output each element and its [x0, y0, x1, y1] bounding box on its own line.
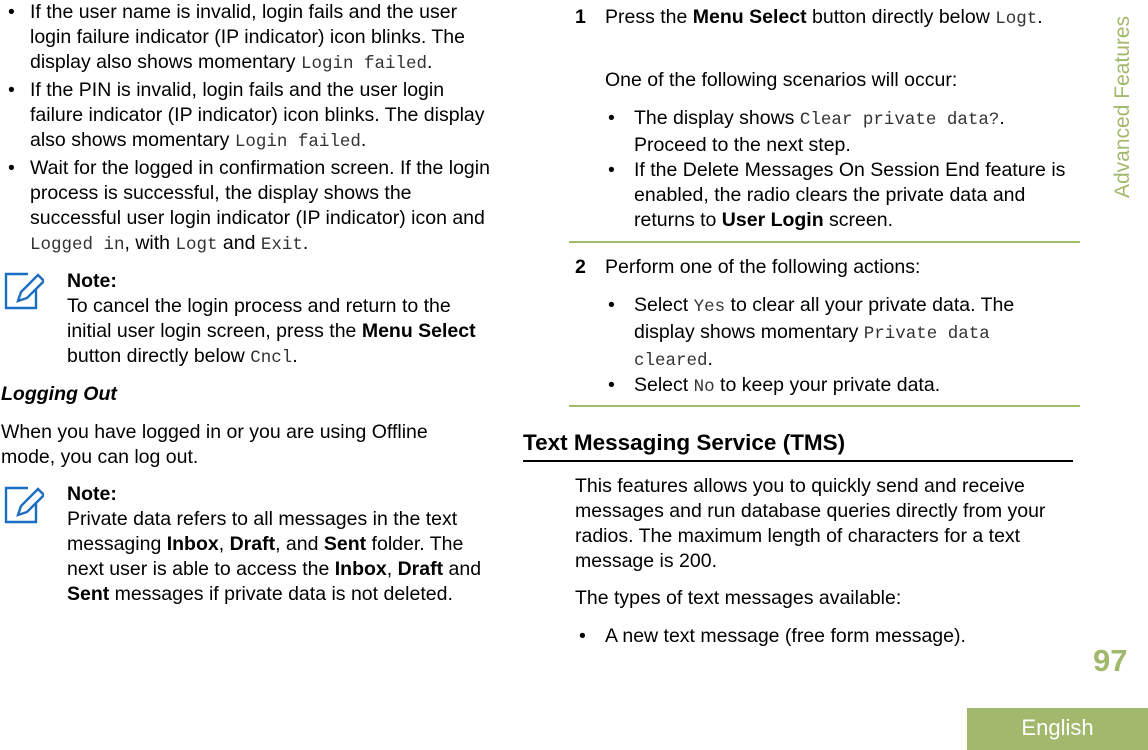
bold-term: Menu Select	[361, 320, 476, 342]
step-number: 2	[575, 256, 586, 278]
bold-term: Sent	[67, 583, 110, 605]
paragraph: The types of text messages available:	[575, 587, 902, 609]
list-item-text: If the user name is invalid, login fails…	[30, 0, 498, 77]
text-run: .	[360, 129, 367, 151]
list-item: • Select No to keep your private data.	[608, 373, 1068, 400]
text-run: button directly below	[67, 345, 251, 367]
list-item: • Select Yes to clear all your private da…	[608, 293, 1038, 374]
pencil-note-icon	[4, 486, 44, 524]
list-item: • If the PIN is invalid, login fails and …	[8, 78, 498, 155]
text-run: , with	[124, 232, 176, 254]
display-text: Logt	[175, 235, 218, 255]
list-item-text: The display shows Clear private data?. P…	[634, 106, 1068, 158]
list-item: • Wait for the logged in confirmation scr…	[8, 156, 498, 258]
text-run: Select	[634, 294, 694, 316]
bold-term: Draft	[229, 533, 276, 555]
display-text: Login failed	[300, 54, 427, 74]
list-item: • If the Delete Messages On Session End f…	[608, 158, 1068, 233]
display-text: Exit	[260, 235, 303, 255]
text-run: and	[217, 232, 261, 254]
note-title: Note:	[67, 483, 117, 505]
bullet: •	[608, 159, 615, 181]
side-title-text: Advanced Features	[1111, 15, 1134, 198]
pencil-note-icon	[4, 272, 44, 310]
list-item-text: Wait for the logged in confirmation scre…	[30, 156, 498, 258]
bullet: •	[608, 294, 615, 316]
text-run: .	[426, 51, 433, 73]
note-callout: Note: Private data refers to all message…	[67, 482, 497, 607]
text-run: Select	[634, 374, 694, 396]
bullet: •	[8, 157, 15, 179]
step-text: Press the Menu Select button directly be…	[605, 5, 1045, 32]
text-run: to keep your private data.	[714, 374, 941, 396]
text-run: .	[302, 232, 309, 254]
display-text: No	[693, 377, 715, 397]
divider	[569, 405, 1080, 407]
text-run: screen.	[823, 209, 894, 231]
text-run: ,	[386, 558, 398, 580]
list-item: • The display shows Clear private data?. …	[608, 106, 1068, 158]
bold-term: Sent	[323, 533, 367, 555]
bold-term: Inbox	[334, 558, 387, 580]
bullet: •	[8, 79, 15, 101]
bullet: •	[608, 107, 615, 129]
display-text: Yes	[693, 297, 726, 317]
text-run: The display shows	[634, 107, 800, 129]
side-title: Advanced Features	[1108, 0, 1138, 200]
list-item: • If the user name is invalid, login fail…	[8, 0, 498, 77]
step-text: Perform one of the following actions:	[605, 255, 1045, 280]
text-run: ,	[218, 533, 230, 555]
page-number: 97	[1093, 643, 1128, 678]
bold-term: Inbox	[166, 533, 219, 555]
language-tab: English	[967, 708, 1148, 750]
text-run: and	[443, 558, 482, 580]
text-run: Wait for the logged in confirmation scre…	[30, 157, 490, 229]
display-text: Logt	[995, 9, 1038, 29]
bullet: •	[608, 374, 615, 396]
text-run: .	[292, 345, 298, 367]
paragraph: This features allows you to quickly send…	[575, 475, 1046, 572]
text-run: , and	[275, 533, 324, 555]
step-number: 1	[575, 6, 586, 28]
note-text: Private data refers to all messages in t…	[67, 507, 497, 607]
text-run: button directly below	[806, 6, 996, 28]
text-run: messages if private data is not deleted.	[109, 583, 453, 605]
list-item-text: A new text message (free form message).	[605, 624, 1039, 649]
display-text: Logged in	[30, 235, 125, 255]
section-heading: Logging Out	[1, 383, 117, 405]
text-run: .	[707, 348, 713, 370]
note-title: Note:	[67, 270, 117, 292]
section-heading: Text Messaging Service (TMS)	[523, 430, 846, 455]
list-item-text: Select Yes to clear all your private dat…	[634, 293, 1038, 374]
note-callout: Note: To cancel the login process and re…	[67, 269, 497, 371]
note-text: To cancel the login process and return t…	[67, 294, 497, 371]
bullet: •	[579, 625, 586, 647]
list-item-text: If the PIN is invalid, login fails and t…	[30, 78, 498, 155]
divider	[569, 241, 1080, 243]
display-text: Clear private data?	[799, 110, 1000, 130]
bullet: •	[8, 1, 15, 23]
heading-underline	[523, 460, 1073, 462]
text-run: Press the	[605, 6, 693, 28]
text-run: A new text message (free form message).	[605, 625, 966, 647]
paragraph: When you have logged in or you are using…	[1, 421, 428, 468]
paragraph: One of the following scenarios will occu…	[605, 69, 958, 91]
list-item-text: Select No to keep your private data.	[634, 373, 1068, 400]
text-run: Perform one of the following actions:	[605, 256, 921, 278]
display-text: Cncl	[250, 348, 293, 368]
list-item: • A new text message (free form message).	[579, 624, 1039, 649]
list-item-text: If the Delete Messages On Session End fe…	[634, 158, 1068, 233]
bold-term: User Login	[721, 209, 824, 231]
bold-term: Menu Select	[692, 6, 807, 28]
text-run: .	[1037, 6, 1043, 28]
bold-term: Draft	[397, 558, 444, 580]
display-text: Login failed	[234, 132, 361, 152]
